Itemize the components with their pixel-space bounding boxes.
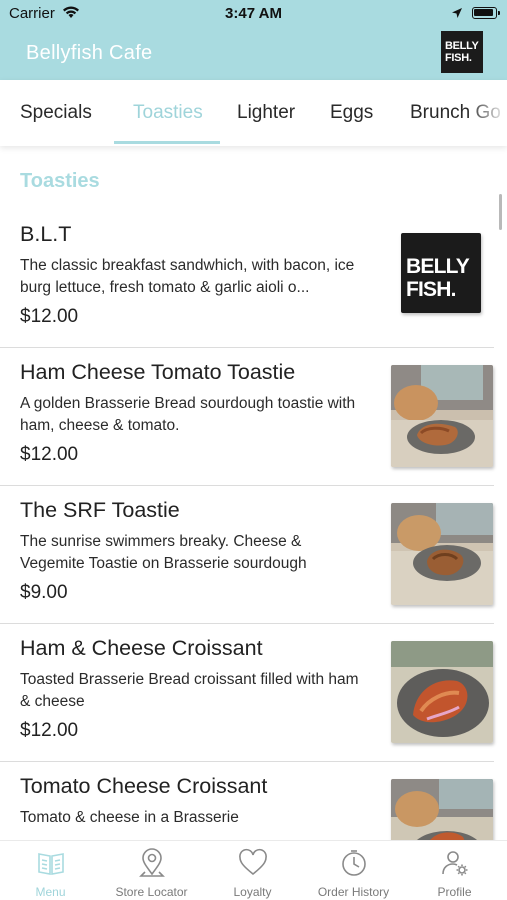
item-name: B.L.T [20,222,72,246]
item-description: A golden Brasserie Bread sourdough toast… [20,395,356,434]
item-image-toastie [391,365,493,467]
nav-menu[interactable]: Menu [0,841,101,900]
menu-item-tomato-cheese-croissant[interactable]: Tomato Cheese Croissant Tomato & cheese … [0,762,494,840]
heart-icon [239,848,267,876]
logo-text: BELLY [445,40,479,52]
item-image-croissant [391,779,493,840]
menu-item-srf-toastie[interactable]: The SRF Toastie The sunrise swimmers bre… [0,486,494,624]
tab-specials[interactable]: Specials [20,102,92,124]
item-image-logo: BELLY FISH. [401,233,481,313]
tab-lighter[interactable]: Lighter [237,102,295,124]
clock-time: 3:47 AM [225,5,282,22]
menu-item-blt[interactable]: B.L.T The classic breakfast sandwhich, w… [0,210,494,348]
tab-toasties[interactable]: Toasties [133,102,203,124]
menu-item-ham-cheese-croissant[interactable]: Ham & Cheese Croissant Toasted Brasserie… [0,624,494,762]
item-price: $12.00 [20,444,79,465]
tabs-fade [467,80,507,146]
status-bar: Carrier 3:47 AM [0,0,507,28]
bellyfish-logo: BELLY FISH. [441,31,483,73]
item-name: The SRF Toastie [20,498,180,522]
logo-text: BELLY [406,255,470,278]
item-price: $12.00 [20,720,79,741]
item-price: $9.00 [20,582,68,603]
item-description: Tomato & cheese in a Brasserie [20,809,239,826]
item-description: Toasted Brasserie Bread croissant filled… [20,671,359,710]
nav-label: Store Locator [115,885,188,899]
app-title: Bellyfish Cafe [26,42,153,64]
menu-item-ham-cheese-tomato-toastie[interactable]: Ham Cheese Tomato Toastie A golden Brass… [0,348,494,486]
tab-eggs[interactable]: Eggs [330,102,373,124]
nav-label: Order History [317,885,390,899]
nav-label: Profile [437,885,472,899]
item-price: $12.00 [20,306,79,327]
map-pin-icon [139,848,165,877]
active-tab-indicator [114,141,220,144]
item-name: Tomato Cheese Croissant [20,774,268,798]
nav-label: Loyalty [233,885,272,899]
item-image-croissant [391,641,493,743]
nav-store-locator[interactable]: Store Locator [101,841,202,900]
logo-text: FISH. [406,278,456,301]
nav-label: Menu [35,885,66,899]
app-header: Carrier 3:47 AM Bellyfish Cafe BELLY FIS… [0,0,507,80]
item-image-toastie [391,503,493,605]
category-tabs: Specials Toasties Lighter Eggs Brunch Go [0,80,507,146]
logo-text: FISH. [445,52,472,64]
section-title: Toasties [20,170,100,192]
item-description: The classic breakfast sandwhich, with ba… [20,257,355,296]
scrollbar[interactable] [499,194,502,230]
battery-icon [472,7,500,19]
bottom-tab-bar: Menu Store Locator Loyalty Order History… [0,840,507,900]
item-description: The sunrise swimmers breaky. Cheese & Ve… [20,533,307,572]
item-name: Ham & Cheese Croissant [20,636,263,660]
item-name: Ham Cheese Tomato Toastie [20,360,296,384]
nav-loyalty[interactable]: Loyalty [202,841,303,900]
nav-order-history[interactable]: Order History [303,841,404,900]
menu-list[interactable]: Toasties B.L.T The classic breakfast san… [0,146,507,840]
menu-book-icon [38,853,64,875]
location-arrow-icon [452,8,462,18]
clock-icon [342,850,366,876]
nav-profile[interactable]: Profile [404,841,505,900]
profile-gear-icon [442,851,468,876]
